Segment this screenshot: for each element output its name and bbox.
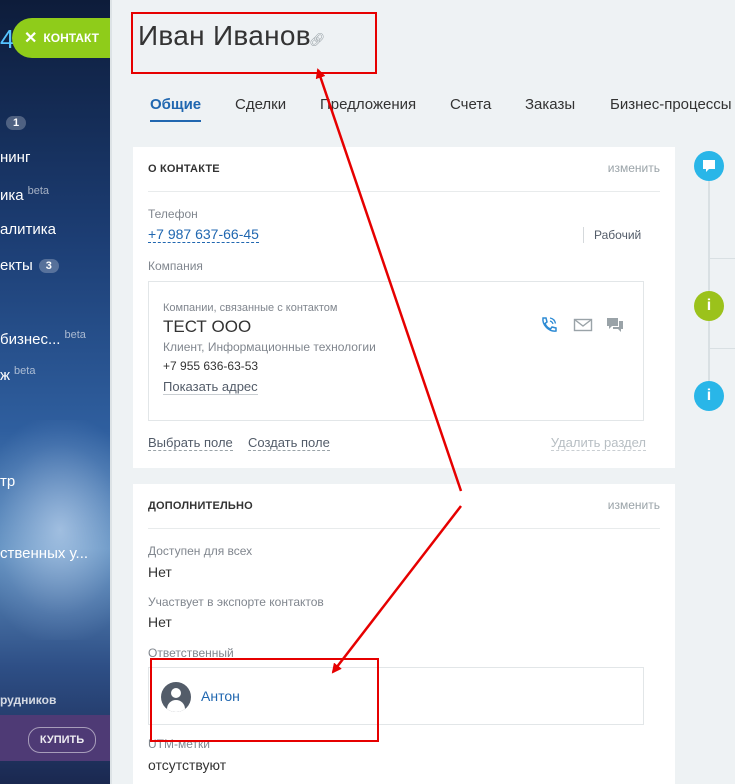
annotation-arrows	[315, 68, 463, 674]
annotation-arrow-up	[315, 68, 463, 492]
annotation-arrow-down	[331, 505, 462, 674]
